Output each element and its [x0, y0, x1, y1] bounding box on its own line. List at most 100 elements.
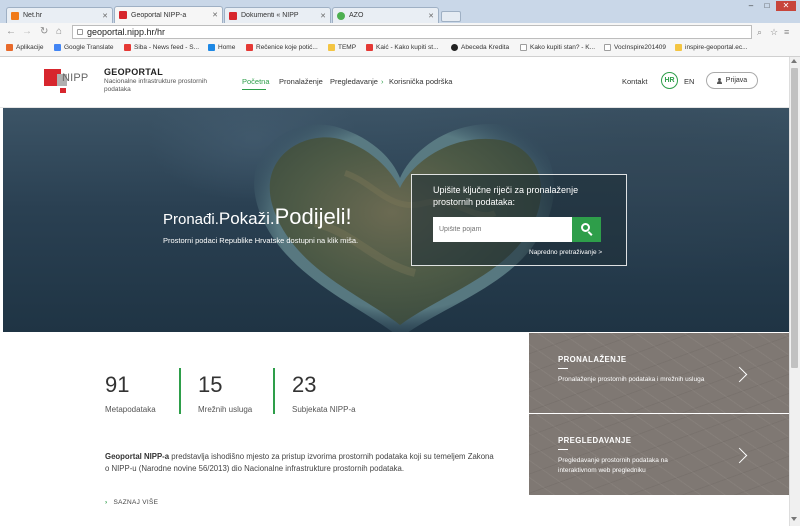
browser-tab-active[interactable]: Geoportal NIPP-a ✕	[114, 6, 223, 23]
search-label: Upišite ključne riječi za pronalaženje p…	[433, 185, 579, 207]
chevron-right-icon: ›	[381, 77, 384, 86]
tab-favicon-icon	[337, 11, 345, 20]
hero-title: Pronađi.Pokaži.Podijeli!	[163, 205, 352, 232]
bookmark-favicon-icon	[675, 44, 682, 51]
apps-icon	[6, 44, 13, 51]
hero-subtitle: Prostorni podaci Republike Hrvatske dost…	[163, 236, 359, 245]
panel-title: PREGLEDAVANJE	[558, 436, 632, 445]
stat-subjects-count: 23	[292, 372, 317, 397]
lang-hr-button[interactable]: HR	[661, 72, 678, 89]
tab-favicon-icon	[119, 11, 127, 19]
menu-icon[interactable]: ≡	[784, 26, 789, 38]
brand-subtitle: Nacionalne infrastrukture prostornih pod…	[104, 78, 207, 93]
bookmark-item[interactable]: Home	[208, 44, 235, 51]
hero-banner	[3, 108, 789, 332]
bookmark-favicon-icon	[124, 44, 131, 51]
nav-pronalazenje[interactable]: Pronalaženje	[279, 77, 323, 86]
bookmark-favicon-icon	[246, 44, 253, 51]
scroll-down-icon[interactable]	[791, 517, 797, 521]
address-bar[interactable]: geoportal.nipp.hr/hr	[72, 25, 752, 39]
home-icon[interactable]: ⌂	[56, 26, 62, 38]
close-tab-icon[interactable]: ✕	[428, 12, 434, 20]
panel-description: Pregledavanje prostornih podataka na int…	[558, 457, 668, 474]
stat-divider	[179, 368, 181, 414]
scroll-up-icon[interactable]	[791, 59, 797, 63]
tab-favicon-icon	[229, 11, 237, 20]
browser-tab[interactable]: Net.hr ✕	[6, 7, 113, 23]
scrollbar-thumb[interactable]	[791, 68, 798, 368]
page-icon	[520, 44, 527, 51]
stat-services-count: 15	[198, 372, 223, 397]
panel-divider	[558, 449, 568, 450]
search-icon[interactable]: ⌕	[757, 26, 762, 38]
nav-pocetna[interactable]: Početna	[242, 77, 270, 86]
learn-more-link[interactable]: › SAZNAJ VIŠE	[105, 499, 158, 506]
login-label: Prijava	[725, 77, 748, 84]
about-bold: Geoportal NIPP-a	[105, 452, 170, 461]
url-text: geoportal.nipp.hr/hr	[87, 27, 166, 37]
stat-metadata-label: Metapodataka	[105, 405, 156, 414]
login-button[interactable]: Prijava	[706, 72, 758, 89]
about-paragraph: Geoportal NIPP-a predstavlja ishodišno m…	[105, 451, 495, 475]
nipp-logo-text[interactable]: NIPP	[62, 72, 88, 84]
bookmark-item[interactable]: Siba - News feed - S...	[124, 44, 199, 51]
page-icon	[604, 44, 611, 51]
close-tab-icon[interactable]: ✕	[102, 12, 108, 20]
minimize-icon[interactable]: –	[744, 1, 758, 11]
hero-title-part: Pronađi.	[163, 211, 219, 228]
user-icon	[716, 77, 722, 84]
stat-subjects-label: Subjekata NIPP-a	[292, 405, 356, 414]
maximize-icon[interactable]: □	[760, 1, 774, 11]
folder-icon	[328, 44, 335, 51]
bookmark-item[interactable]: Abeceda Kredita	[451, 44, 509, 51]
star-icon[interactable]: ☆	[770, 26, 778, 38]
tab-title: Net.hr	[23, 12, 43, 19]
bookmark-folder[interactable]: TEMP	[328, 44, 356, 51]
bookmark-item[interactable]: inspire-geoportal.ec...	[675, 44, 748, 51]
browser-tab[interactable]: Dokumenti « NIPP ✕	[224, 7, 331, 23]
stat-services-label: Mrežnih usluga	[198, 405, 253, 414]
brand-title[interactable]: GEOPORTAL	[104, 67, 163, 77]
tab-title: Dokumenti « NIPP	[241, 12, 299, 19]
tab-title: Geoportal NIPP-a	[131, 11, 187, 19]
close-tab-icon[interactable]: ✕	[320, 12, 326, 20]
hero-title-part: Podijeli!	[274, 204, 352, 229]
close-tab-icon[interactable]: ✕	[212, 11, 218, 19]
stat-metadata-count: 91	[105, 372, 130, 397]
nav-active-indicator	[242, 89, 266, 90]
browser-tab[interactable]: AZO ✕	[332, 7, 439, 23]
stat-divider	[273, 368, 275, 414]
bookmark-item[interactable]: VocInspire201409	[604, 44, 666, 51]
panel-description: Pronalaženje prostornih podataka i mrežn…	[558, 376, 705, 383]
translate-icon	[54, 44, 61, 51]
bookmark-item[interactable]: Rečenice koje potić...	[246, 44, 318, 51]
tab-title: AZO	[349, 12, 364, 19]
bookmark-item[interactable]: Kako kupiti stan? - K...	[520, 44, 595, 51]
panel-divider	[558, 368, 568, 369]
contact-link[interactable]: Kontakt	[622, 77, 647, 86]
panel-pregledavanje[interactable]: PREGLEDAVANJE Pregledavanje prostornih p…	[529, 414, 789, 495]
search-button[interactable]	[572, 217, 601, 242]
search-input[interactable]	[433, 217, 573, 242]
nav-korisnicka-podrska[interactable]: Korisnička podrška	[389, 77, 452, 86]
bookmark-favicon-icon	[366, 44, 373, 51]
bookmark-apps[interactable]: Aplikacije	[6, 44, 43, 51]
reload-icon[interactable]: ↻	[40, 26, 48, 38]
tab-favicon-icon	[11, 11, 19, 20]
new-tab-button[interactable]	[441, 11, 461, 22]
bookmark-item[interactable]: Kaić - Kako kupiti st...	[366, 44, 439, 51]
panel-title: PRONALAŽENJE	[558, 355, 627, 364]
back-icon[interactable]: ←	[6, 26, 16, 38]
bookmark-favicon-icon	[208, 44, 215, 51]
panel-pronalazenje[interactable]: PRONALAŽENJE Pronalaženje prostornih pod…	[529, 333, 789, 413]
chevron-right-icon: ›	[105, 499, 108, 506]
hero-title-part: Pokaži.	[218, 209, 275, 228]
bookmark-item[interactable]: Google Translate	[54, 44, 114, 51]
nav-pregledavanje[interactable]: Pregledavanje	[330, 77, 378, 86]
advanced-search-link[interactable]: Napredno pretraživanje >	[529, 249, 602, 256]
close-window-icon[interactable]: ✕	[776, 1, 796, 11]
page-icon	[77, 29, 83, 35]
forward-icon[interactable]: →	[22, 26, 32, 38]
lang-en-button[interactable]: EN	[684, 77, 694, 86]
bookmark-favicon-icon	[451, 44, 458, 51]
